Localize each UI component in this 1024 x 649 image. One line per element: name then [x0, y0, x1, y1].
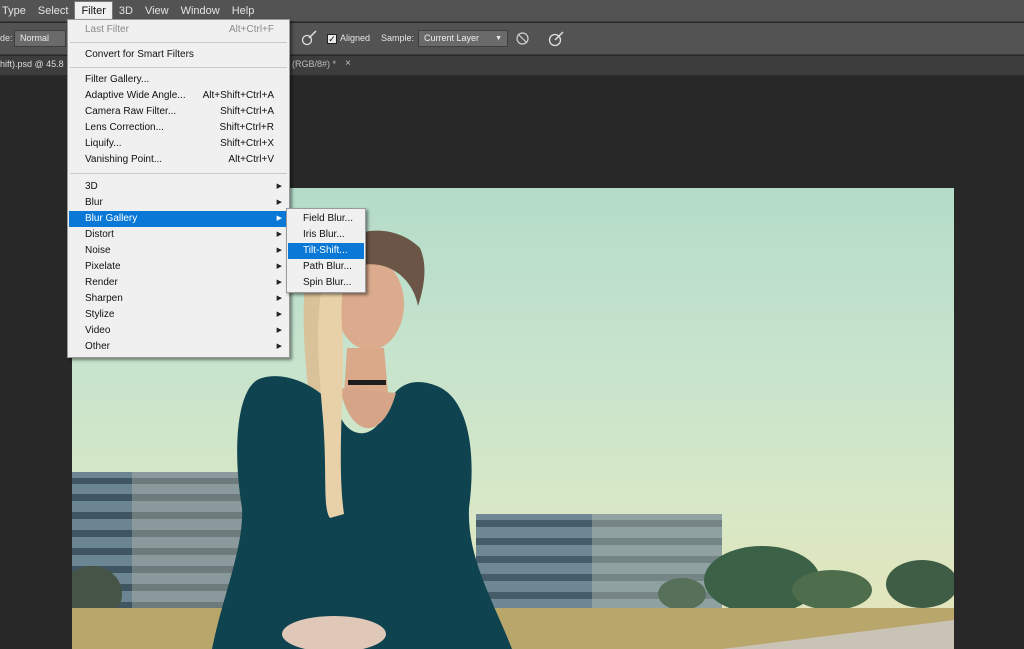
menu-item-label: Filter Gallery... [85, 74, 150, 85]
menu-item-label: Noise [85, 245, 111, 256]
submenu-item-spin-blur[interactable]: Spin Blur... [288, 275, 364, 291]
menu-item-label: Last Filter [85, 24, 129, 35]
menu-item-3d[interactable]: 3D ▶ [69, 179, 288, 195]
menu-item-shortcut: Alt+Ctrl+F [228, 24, 274, 35]
menu-item-shortcut: Alt+Ctrl+V [228, 154, 274, 165]
menu-separator [70, 173, 287, 174]
menu-item-label: 3D [85, 181, 98, 192]
menu-item-last-filter: Last Filter Alt+Ctrl+F [69, 22, 288, 38]
pressure-size-icon[interactable] [547, 30, 565, 48]
submenu-arrow-icon: ▶ [276, 311, 282, 318]
submenu-arrow-icon: ▶ [276, 343, 282, 350]
menu-item-blur[interactable]: Blur ▶ [69, 195, 288, 211]
menu-item-video[interactable]: Video ▶ [69, 323, 288, 339]
submenu-arrow-icon: ▶ [276, 183, 282, 190]
mode-value: Normal [20, 33, 50, 43]
submenu-arrow-icon: ▶ [276, 327, 282, 334]
submenu-arrow-icon: ▶ [276, 279, 282, 286]
menu-item-adaptive-wide-angle[interactable]: Adaptive Wide Angle... Alt+Shift+Ctrl+A [69, 88, 288, 104]
menu-item-sharpen[interactable]: Sharpen ▶ [69, 291, 288, 307]
menu-separator [70, 67, 287, 68]
menu-item-distort[interactable]: Distort ▶ [69, 227, 288, 243]
menu-item-shortcut: Shift+Ctrl+A [220, 106, 274, 117]
submenu-item-field-blur[interactable]: Field Blur... [288, 211, 364, 227]
submenu-arrow-icon: ▶ [276, 215, 282, 222]
mode-label: de: [0, 33, 13, 43]
mode-select[interactable]: Normal [14, 30, 66, 47]
aligned-checkbox[interactable]: ✓ [327, 34, 337, 44]
submenu-item-label: Field Blur... [303, 213, 354, 224]
document-tab-title[interactable]: hift).psd @ 45.8 [0, 59, 64, 69]
menu-item-label: Lens Correction... [85, 122, 164, 133]
submenu-item-label: Spin Blur... [303, 277, 352, 288]
menu-item-shortcut: Alt+Shift+Ctrl+A [202, 90, 274, 101]
menu-item-lens-correction[interactable]: Lens Correction... Shift+Ctrl+R [69, 120, 288, 136]
submenu-item-label: Iris Blur... [303, 229, 345, 240]
menu-separator [70, 42, 287, 43]
menu-item-label: Convert for Smart Filters [85, 49, 194, 60]
menu-item-filter-gallery[interactable]: Filter Gallery... [69, 72, 288, 88]
document-tab-mode[interactable]: (RGB/8#) * [292, 59, 336, 69]
menu-item-camera-raw-filter[interactable]: Camera Raw Filter... Shift+Ctrl+A [69, 104, 288, 120]
menu-item-shortcut: Shift+Ctrl+X [220, 138, 274, 149]
menu-item-label: Stylize [85, 309, 115, 320]
ignore-adjustment-icon[interactable] [515, 31, 530, 46]
aligned-label: Aligned [340, 33, 371, 43]
submenu-arrow-icon: ▶ [276, 199, 282, 206]
menu-item-label: Render [85, 277, 118, 288]
menu-item-other[interactable]: Other ▶ [69, 339, 288, 355]
menu-item-label: Camera Raw Filter... [85, 106, 177, 117]
menu-item-label: Blur [85, 197, 103, 208]
menu-item-label: Blur Gallery [85, 213, 138, 224]
menu-item-render[interactable]: Render ▶ [69, 275, 288, 291]
menu-item-blur-gallery[interactable]: Blur Gallery ▶ [69, 211, 288, 227]
filter-menu-dropdown: Last Filter Alt+Ctrl+F Convert for Smart… [67, 19, 290, 358]
brush-settings-icon[interactable] [300, 29, 318, 47]
menu-item-shortcut: Shift+Ctrl+R [219, 122, 274, 133]
menu-item-liquify[interactable]: Liquify... Shift+Ctrl+X [69, 136, 288, 152]
menu-item-label: Sharpen [85, 293, 123, 304]
submenu-arrow-icon: ▶ [276, 295, 282, 302]
menu-item-stylize[interactable]: Stylize ▶ [69, 307, 288, 323]
menu-item-label: Distort [85, 229, 114, 240]
menu-item-label: Liquify... [85, 138, 122, 149]
menu-item-label: Pixelate [85, 261, 121, 272]
menu-item-label: Video [85, 325, 111, 336]
submenu-arrow-icon: ▶ [276, 247, 282, 254]
chevron-down-icon: ▼ [495, 35, 502, 42]
blur-gallery-submenu: Field Blur... Iris Blur... Tilt-Shift...… [286, 208, 366, 293]
submenu-arrow-icon: ▶ [276, 231, 282, 238]
menu-item-convert-smart-filters[interactable]: Convert for Smart Filters [69, 47, 288, 63]
menu-filter[interactable]: Filter [74, 0, 113, 21]
sample-value: Current Layer [424, 33, 480, 43]
submenu-item-label: Tilt-Shift... [303, 245, 348, 256]
menu-item-label: Other [85, 341, 111, 352]
submenu-arrow-icon: ▶ [276, 263, 282, 270]
menu-item-vanishing-point[interactable]: Vanishing Point... Alt+Ctrl+V [69, 152, 288, 168]
submenu-item-path-blur[interactable]: Path Blur... [288, 259, 364, 275]
sample-select[interactable]: Current Layer ▼ [418, 30, 508, 47]
menu-item-label: Vanishing Point... [85, 154, 163, 165]
close-tab-icon[interactable]: × [345, 58, 351, 69]
submenu-item-label: Path Blur... [303, 261, 352, 272]
sample-label: Sample: [381, 33, 415, 43]
menu-type[interactable]: Type [0, 0, 32, 22]
menu-item-label: Adaptive Wide Angle... [85, 90, 186, 101]
menu-item-noise[interactable]: Noise ▶ [69, 243, 288, 259]
menu-item-pixelate[interactable]: Pixelate ▶ [69, 259, 288, 275]
submenu-item-iris-blur[interactable]: Iris Blur... [288, 227, 364, 243]
submenu-item-tilt-shift[interactable]: Tilt-Shift... [288, 243, 364, 259]
